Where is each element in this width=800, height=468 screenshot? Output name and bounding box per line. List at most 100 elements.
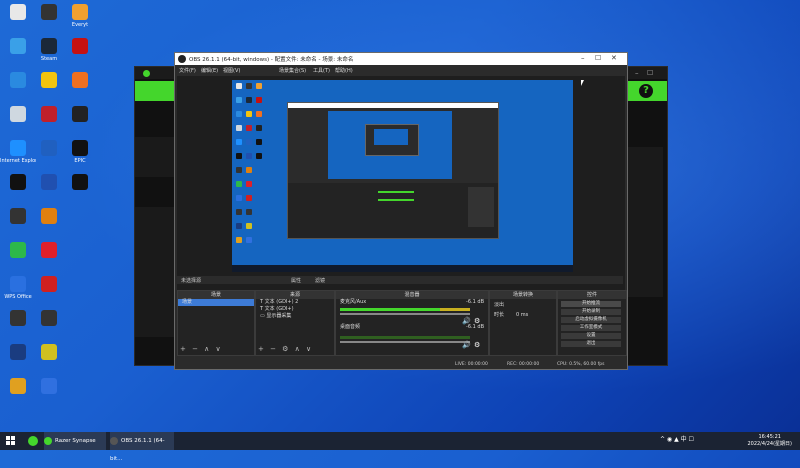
preview-mini-icon (256, 111, 262, 117)
preview-mini-icon (236, 125, 242, 131)
razer-right-panel (625, 147, 663, 297)
source-toolbar: 未选择源 属性 滤镜 (175, 276, 623, 284)
obs-titlebar: OBS 26.1.1 (64-bit, windows) - 配置文件: 未命名… (175, 53, 627, 65)
source-item[interactable]: T 文本 (GDI+) (256, 306, 334, 313)
mic-volume-slider[interactable] (340, 313, 470, 315)
wps-icon (10, 276, 26, 292)
start-recording-button[interactable]: 开始录制 (561, 309, 621, 315)
qq-icon (41, 72, 57, 88)
razer-side-panel-2 (135, 207, 175, 337)
app-icon (72, 72, 88, 88)
desktop-icon[interactable] (31, 378, 67, 418)
filters-button[interactable]: 滤镜 (315, 277, 325, 284)
user-icon (10, 378, 26, 394)
preview-mini-icon (236, 167, 242, 173)
preview-mini-icon (236, 209, 242, 215)
scene-item[interactable]: 场景 (178, 299, 254, 306)
menu-edit[interactable]: 编辑(E) (201, 67, 218, 74)
properties-button[interactable]: 属性 (291, 277, 301, 284)
mic-meter-yellow (440, 308, 470, 311)
preview-mini-icon (246, 97, 252, 103)
minimize-icon[interactable]: – (581, 54, 585, 62)
mouse-cursor (581, 80, 584, 86)
preview-mini-icon (256, 125, 262, 131)
game-icon (41, 106, 57, 122)
power-icon (10, 344, 26, 360)
exit-button[interactable]: 退出 (561, 341, 621, 347)
close-icon[interactable]: ✕ (611, 54, 617, 62)
source-controls[interactable]: + − ⚙ ∧ ∨ (258, 345, 313, 353)
preview-mini-icon (246, 139, 252, 145)
speaker-icon[interactable]: 🔊 (462, 341, 471, 349)
desktop-icon-label: EPIC (74, 158, 86, 164)
menu-help[interactable]: 帮助(H) (335, 67, 353, 74)
preview-mini-icon (236, 97, 242, 103)
system-tray[interactable]: ^ ◉ ▲ 中 ☐ (660, 434, 694, 443)
taskbar-razer[interactable]: Razer Synapse (44, 432, 106, 450)
duration-row[interactable]: 时长 0 ms (490, 312, 556, 319)
clock[interactable]: 16:45:21 2022/4/24(星期日) (747, 434, 792, 448)
preview-canvas[interactable] (232, 80, 573, 272)
capcut-icon (72, 174, 88, 190)
obs-title: OBS 26.1.1 (64-bit, windows) - 配置文件: 未命名… (189, 57, 354, 63)
maximize-icon[interactable]: ☐ (647, 69, 653, 77)
vpn-icon (41, 378, 57, 394)
preview-mini-icon (236, 181, 242, 187)
transitions-header: 场景转换 (490, 291, 556, 299)
minimize-icon[interactable]: – (635, 69, 639, 77)
mixer-header: 混音器 (336, 291, 488, 299)
nested-obs-window-2 (365, 124, 419, 156)
preview-mini-icon (236, 223, 242, 229)
desktop-meter (340, 336, 470, 339)
controls-panel: 控件 开始推流 开始录制 启动虚拟摄像机 工作室模式 设置 退出 (557, 290, 627, 356)
scene-controls[interactable]: + − ∧ ∨ (180, 345, 223, 353)
start-button[interactable] (6, 436, 16, 446)
source-item[interactable]: T 文本 (GDI+) 2 (256, 299, 334, 306)
scenes-panel: 场景 场景 + − ∧ ∨ (177, 290, 255, 356)
preview-mini-icon (256, 97, 262, 103)
red-icon (41, 276, 57, 292)
obs-statusbar: LIVE: 00:00:00 REC: 00:00:00 CPU: 0.5%, … (175, 360, 627, 369)
transition-select[interactable]: 淡出 (490, 302, 556, 309)
nested-canvas-2 (374, 129, 408, 145)
obs-icon (110, 436, 118, 445)
maximize-icon[interactable]: ☐ (595, 54, 601, 62)
desktop-icon[interactable] (62, 174, 98, 214)
nested-canvas (328, 111, 452, 179)
logo-icon (72, 106, 88, 122)
desktop-icon-label: Everyt (71, 22, 89, 28)
preview-mini-icon (246, 83, 252, 89)
start-streaming-button[interactable]: 开始推流 (561, 301, 621, 307)
menu-tools[interactable]: 工具(T) (313, 67, 330, 74)
source-item[interactable]: ▭ 显示器采集 (256, 313, 334, 320)
preview-mini-icon (246, 195, 252, 201)
studio-mode-button[interactable]: 工作室模式 (561, 325, 621, 331)
g-icon (41, 208, 57, 224)
gear-icon[interactable]: ⚙ (474, 341, 480, 349)
desktop-volume-slider[interactable] (340, 341, 470, 343)
preview-mini-icon (236, 153, 242, 159)
ie-icon (10, 140, 26, 156)
preview-mini-icon (246, 223, 252, 229)
menu-view[interactable]: 视图(V) (223, 67, 240, 74)
settings-button[interactable]: 设置 (561, 333, 621, 339)
mixer-track: 麦克风/Aux -6.1 dB (340, 299, 484, 305)
help-icon[interactable]: ? (639, 84, 653, 98)
sources-panel: 来源 T 文本 (GDI+) 2 T 文本 (GDI+) ▭ 显示器采集 + −… (255, 290, 335, 356)
nested-panels (288, 183, 498, 238)
preview-mini-icon (236, 237, 242, 243)
taskbar-obs[interactable]: OBS 26.1.1 (64-bit... (110, 432, 174, 462)
network-icon (10, 72, 26, 88)
amongus-icon (72, 38, 88, 54)
obs-window: OBS 26.1.1 (64-bit, windows) - 配置文件: 未命名… (174, 52, 628, 370)
razer-side-panel (135, 137, 175, 177)
virtual-camera-button[interactable]: 启动虚拟摄像机 (561, 317, 621, 323)
book-icon (10, 310, 26, 326)
pinned-app-icon[interactable] (28, 436, 38, 446)
menu-file[interactable]: 文件(F) (179, 67, 196, 74)
scenes-header: 场景 (178, 291, 254, 299)
qq-penguin-icon (10, 174, 26, 190)
recycle-icon (10, 106, 26, 122)
menu-scene-collection[interactable]: 场景集合(S) (279, 67, 306, 74)
pen-icon (41, 140, 57, 156)
